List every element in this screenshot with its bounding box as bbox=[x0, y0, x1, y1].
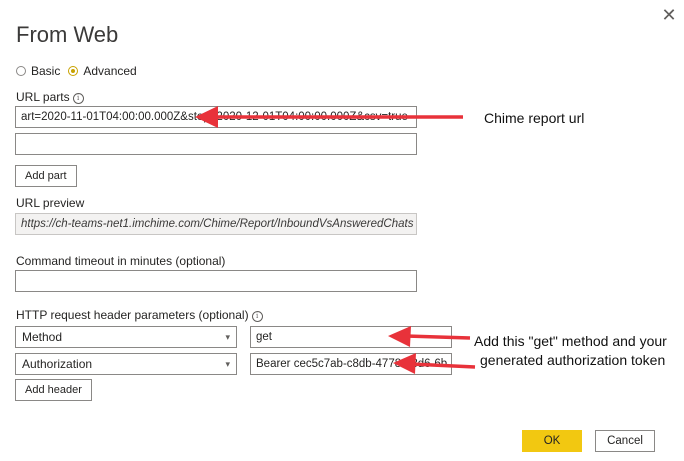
header-name-select-2[interactable]: Authorization ▾ bbox=[15, 353, 237, 375]
header-value-input-2[interactable]: Bearer cec5c7ab-c8db-4778-b8d6-6b bbox=[250, 353, 452, 375]
close-icon[interactable]: ✕ bbox=[659, 5, 679, 25]
headers-label: HTTP request header parameters (optional… bbox=[16, 308, 263, 322]
url-preview-field: https://ch-teams-net1.imchime.com/Chime/… bbox=[15, 213, 417, 235]
url-part-input-2[interactable] bbox=[15, 133, 417, 155]
cancel-button[interactable]: Cancel bbox=[595, 430, 655, 452]
timeout-input[interactable] bbox=[15, 270, 417, 292]
header-value-input-1[interactable]: get bbox=[250, 326, 452, 348]
annotation-url-note: Chime report url bbox=[484, 110, 585, 126]
radio-basic-label[interactable]: Basic bbox=[31, 64, 60, 78]
url-preview-label: URL preview bbox=[16, 196, 85, 210]
headers-label-text: HTTP request header parameters (optional… bbox=[16, 308, 249, 322]
add-header-button[interactable]: Add header bbox=[15, 379, 92, 401]
ok-button[interactable]: OK bbox=[522, 430, 582, 452]
chevron-down-icon: ▾ bbox=[225, 332, 230, 342]
radio-basic[interactable] bbox=[16, 66, 26, 76]
dialog-title: From Web bbox=[16, 22, 119, 47]
info-icon[interactable]: i bbox=[251, 311, 263, 322]
radio-advanced-label[interactable]: Advanced bbox=[83, 64, 136, 78]
url-parts-label: URL parts i bbox=[16, 90, 84, 104]
header-name-select-1[interactable]: Method ▾ bbox=[15, 326, 237, 348]
add-part-button[interactable]: Add part bbox=[15, 165, 77, 187]
chevron-down-icon: ▾ bbox=[225, 359, 230, 369]
annotation-header-note-line1: Add this "get" method and your bbox=[474, 333, 667, 349]
mode-radio-group: Basic Advanced bbox=[16, 64, 145, 78]
header-name-1: Method bbox=[22, 330, 63, 344]
info-icon[interactable]: i bbox=[72, 93, 84, 104]
timeout-label: Command timeout in minutes (optional) bbox=[16, 254, 226, 268]
radio-advanced[interactable] bbox=[68, 66, 79, 76]
annotation-header-note-line2: generated authorization token bbox=[480, 352, 666, 368]
url-parts-label-text: URL parts bbox=[16, 90, 70, 104]
url-part-input-1[interactable]: art=2020-11-01T04:00:00.000Z&stop=2020-1… bbox=[15, 106, 417, 128]
header-name-2: Authorization bbox=[22, 357, 93, 371]
